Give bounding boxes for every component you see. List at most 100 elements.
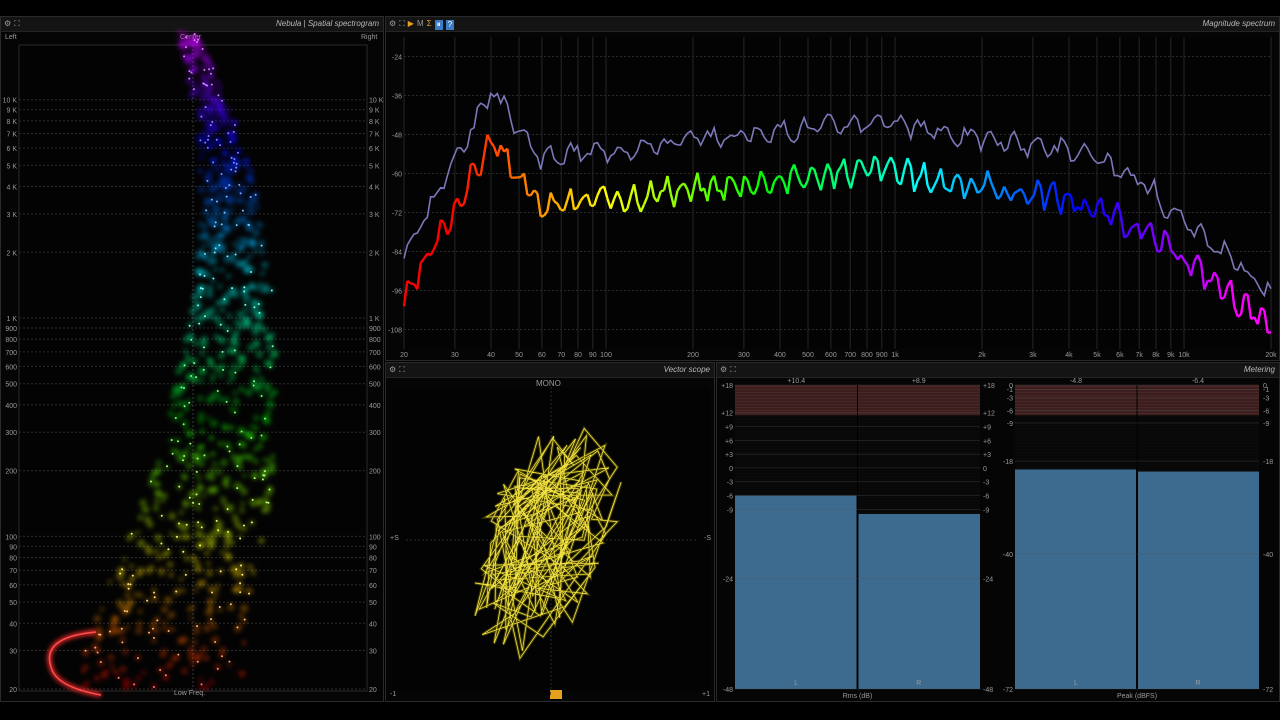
freq-label: 40 xyxy=(487,352,495,359)
spectrogram-point xyxy=(215,200,218,203)
spectrogram-point xyxy=(243,286,246,289)
spectrogram-glow-point xyxy=(187,652,196,661)
spectrogram-glow-point xyxy=(81,684,86,689)
freq-label-left: 900 xyxy=(5,326,17,333)
spectrogram-point xyxy=(193,33,196,36)
spectrogram-glow-point xyxy=(162,620,167,626)
peak-scale-left: -6 xyxy=(1007,408,1013,415)
spectrogram-glow-point xyxy=(217,396,224,403)
rms-scale-left: -9 xyxy=(727,507,733,514)
spectrogram-point xyxy=(258,311,261,314)
spectrogram-glow-point xyxy=(218,197,224,202)
spectrogram-glow-point xyxy=(161,606,168,613)
spectrogram-glow-point xyxy=(217,440,224,447)
freq-label-left: 70 xyxy=(9,568,17,575)
spectrogram-point xyxy=(171,452,174,455)
spectrogram-glow-point xyxy=(209,530,217,538)
spectrogram-glow-point xyxy=(205,396,213,404)
spectrogram-glow-point xyxy=(240,442,247,449)
rms-bar-right xyxy=(858,513,980,689)
spectrogram-point xyxy=(203,274,206,277)
plus-s-label: +S xyxy=(390,535,399,542)
freq-label-right: 800 xyxy=(369,337,381,344)
spectrogram-glow-point xyxy=(229,567,235,573)
spectrogram-point xyxy=(185,36,188,39)
spectrogram-glow-point xyxy=(129,564,134,569)
spectrogram-glow-point xyxy=(231,514,239,521)
spectrogram-point xyxy=(233,349,236,352)
spectrogram-point xyxy=(175,590,178,593)
spectrogram-point xyxy=(228,184,231,187)
spectrogram-point xyxy=(195,376,198,379)
spectrogram-point xyxy=(212,67,215,70)
spectrogram-glow-point xyxy=(248,283,256,291)
spectrogram-glow-point xyxy=(186,432,191,438)
spectrogram-point xyxy=(188,496,191,499)
spectrogram-glow-point xyxy=(112,669,118,674)
db-label: -24 xyxy=(392,55,402,62)
freq-label-right: 60 xyxy=(369,583,377,590)
db-label: -108 xyxy=(388,328,402,335)
db-label: -36 xyxy=(392,94,402,101)
spectrogram-point xyxy=(227,132,230,135)
spectrogram-glow-point xyxy=(214,589,219,594)
spectrogram-point xyxy=(211,121,214,124)
freq-label-left: 1 K xyxy=(6,316,17,323)
spectrogram-point xyxy=(228,450,231,453)
freq-label-left: 40 xyxy=(9,621,17,628)
spectrogram-glow-point xyxy=(229,338,238,346)
spectrogram-point xyxy=(205,209,208,212)
spectrogram-point xyxy=(260,244,263,247)
spectrogram-point xyxy=(121,568,124,571)
freq-label-left: 60 xyxy=(9,583,17,590)
spectrogram-glow-point xyxy=(205,313,212,320)
metering-plot: +18 +18 +12 +12 +9 +9 +6 +6 +3 +3 0 0 -3 -3 -6 -6 -9 -9 -2… xyxy=(721,378,1273,700)
spectrogram-glow-point xyxy=(203,624,211,632)
rms-scale-right: +12 xyxy=(983,411,995,418)
spectrogram-point xyxy=(182,386,185,389)
spectrogram-point xyxy=(261,478,264,481)
spectrogram-glow-point xyxy=(243,157,250,164)
rms-scale-left: +18 xyxy=(721,383,733,390)
spectrogram-point xyxy=(217,94,220,97)
freq-label: 4k xyxy=(1065,352,1073,359)
spectrum-curve-segment xyxy=(810,166,815,171)
spectrogram-glow-point xyxy=(203,255,208,260)
spectrogram-point xyxy=(127,587,130,590)
spectrogram-glow-point xyxy=(217,137,223,143)
balance-indicator[interactable] xyxy=(550,690,562,699)
spectrogram-point xyxy=(167,548,170,551)
spectrogram-glow-point xyxy=(190,661,196,667)
spectrogram-glow-point xyxy=(255,205,260,210)
spectrogram-point xyxy=(223,211,226,214)
spectrogram-glow-point xyxy=(160,497,166,503)
spectrogram-glow-point xyxy=(154,534,163,542)
spectrogram-glow-point xyxy=(212,204,221,213)
spectrogram-glow-point xyxy=(212,461,218,467)
spectrogram-glow-point xyxy=(217,84,223,90)
spectrogram-glow-point xyxy=(224,484,230,489)
spectrogram-glow-point xyxy=(251,322,260,331)
spectrogram-glow-point xyxy=(211,623,218,630)
rms-scale-left: +3 xyxy=(725,452,733,459)
spectrogram-glow-point xyxy=(222,501,228,507)
spectrum-curve-segment xyxy=(1063,192,1069,197)
spectrogram-glow-point xyxy=(211,235,218,242)
spectrogram-glow-point xyxy=(219,118,227,127)
spectrogram-glow-point xyxy=(255,286,260,292)
spectrogram-glow-point xyxy=(253,383,262,392)
spectrogram-point xyxy=(269,366,272,369)
freq-label-left: 30 xyxy=(9,649,17,656)
spectrogram-point xyxy=(238,443,241,446)
spectrogram-glow-point xyxy=(209,96,218,105)
freq-label-right: 40 xyxy=(369,621,377,628)
spectrogram-point xyxy=(214,221,217,224)
spectrogram-point xyxy=(197,304,200,307)
spectrogram-point xyxy=(224,187,227,190)
spectrogram-glow-point xyxy=(122,648,129,655)
freq-label: 80 xyxy=(574,352,582,359)
freq-label: 2k xyxy=(978,352,986,359)
spectrogram-glow-point xyxy=(240,501,245,506)
freq-label-left: 3 K xyxy=(6,212,17,219)
spectrogram-panel: ⚙ ⛶ Nebula | Spatial spectrogram Left Ce… xyxy=(0,16,384,702)
